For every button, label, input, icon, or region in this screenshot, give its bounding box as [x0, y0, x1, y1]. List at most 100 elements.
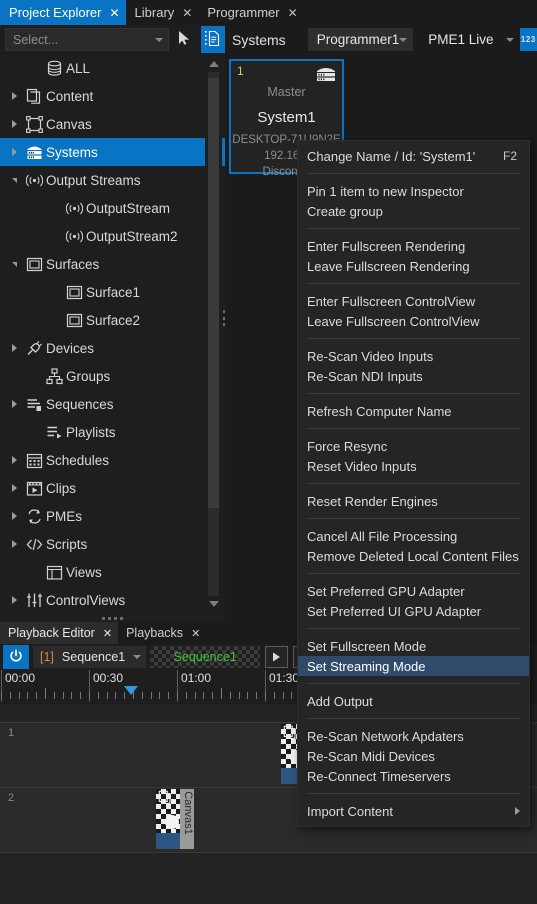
menu-item-leave-fullscreen-controlview[interactable]: Leave Fullscreen ControlView — [298, 311, 529, 331]
menu-separator — [307, 283, 520, 284]
horizontal-splitter-handle[interactable] — [0, 614, 225, 622]
tree-item-scripts[interactable]: Scripts — [0, 530, 225, 558]
tree-item-playlists[interactable]: Playlists — [0, 418, 225, 446]
chevron-right-icon[interactable] — [6, 540, 22, 548]
menu-item-set-preferred-gpu-adapter[interactable]: Set Preferred GPU Adapter — [298, 581, 529, 601]
pme-dropdown-value: PME1 Live — [428, 32, 494, 47]
menu-item-reset-video-inputs[interactable]: Reset Video Inputs — [298, 456, 529, 476]
menu-item-enter-fullscreen-controlview[interactable]: Enter Fullscreen ControlView — [298, 291, 529, 311]
chevron-down-icon[interactable] — [6, 177, 22, 183]
tree-item-outputstream2[interactable]: OutputStream2 — [0, 222, 225, 250]
menu-item-re-scan-video-inputs[interactable]: Re-Scan Video Inputs — [298, 346, 529, 366]
menu-item-add-output[interactable]: Add Output — [298, 691, 529, 711]
menu-item-change-name-id-system1[interactable]: Change Name / Id: 'System1' F2 — [298, 146, 529, 166]
tree-item-surfaces[interactable]: Surfaces — [0, 250, 225, 278]
chevron-right-icon[interactable] — [6, 344, 22, 352]
power-icon — [9, 649, 23, 666]
menu-item-re-scan-ndi-inputs[interactable]: Re-Scan NDI Inputs — [298, 366, 529, 386]
sequence-dropdown[interactable]: [1] Sequence1 — [33, 646, 147, 668]
tree-item-devices[interactable]: Devices — [0, 334, 225, 362]
tree-item-clips[interactable]: Clips — [0, 474, 225, 502]
system-context-menu[interactable]: Change Name / Id: 'System1' F2 Pin 1 item … — [297, 140, 530, 827]
ruler-minor-tick — [274, 692, 275, 699]
menu-item-enter-fullscreen-rendering[interactable]: Enter Fullscreen Rendering — [298, 236, 529, 256]
tree-item-pmes[interactable]: PMEs — [0, 502, 225, 530]
menu-item-pin-1-item-to-new-inspector[interactable]: Pin 1 item to new Inspector — [298, 181, 529, 201]
chevron-down-icon[interactable] — [6, 261, 22, 267]
select-dropdown[interactable]: Select... — [5, 28, 169, 51]
playhead-handle[interactable] — [124, 686, 138, 695]
chevron-right-icon[interactable] — [6, 484, 22, 492]
power-button[interactable] — [3, 645, 29, 669]
tree-item-content[interactable]: Content — [0, 82, 225, 110]
menu-item-re-scan-network-apdaters[interactable]: Re-Scan Network Apdaters — [298, 726, 529, 746]
tree-item-all[interactable]: ALL — [0, 54, 225, 82]
tree-item-schedules[interactable]: Schedules — [0, 446, 225, 474]
menu-item-set-streaming-mode[interactable]: Set Streaming Mode — [298, 656, 529, 676]
chevron-right-icon[interactable] — [6, 512, 22, 520]
close-icon[interactable]: ✕ — [103, 627, 112, 640]
timeline-clip[interactable]: Canvas1 — [156, 789, 194, 849]
tree-item-label: Scripts — [46, 536, 88, 552]
menu-item-set-preferred-ui-gpu-adapter[interactable]: Set Preferred UI GPU Adapter — [298, 601, 529, 621]
tree-item-surface2[interactable]: Surface2 — [0, 306, 225, 334]
chevron-right-icon[interactable] — [6, 120, 22, 128]
tree-item-controlviews[interactable]: ControlViews — [0, 586, 225, 614]
menu-item-refresh-computer-name[interactable]: Refresh Computer Name — [298, 401, 529, 421]
pme-dropdown[interactable]: PME1 Live — [419, 28, 519, 51]
chevron-right-icon[interactable] — [6, 456, 22, 464]
surface-icon — [22, 256, 46, 273]
chevron-right-icon[interactable] — [6, 596, 22, 604]
tab-programmer[interactable]: Programmer ✕ — [198, 0, 303, 25]
menu-item-create-group[interactable]: Create group — [298, 201, 529, 221]
scrollbar-thumb[interactable] — [208, 78, 219, 508]
close-icon[interactable]: ✕ — [191, 627, 200, 640]
menu-item-re-scan-midi-devices[interactable]: Re-Scan Midi Devices — [298, 746, 529, 766]
clip-thumbnail — [156, 789, 180, 849]
content-copy-icon — [283, 725, 298, 743]
close-icon[interactable]: ✕ — [109, 7, 119, 19]
menu-item-import-content[interactable]: Import Content — [298, 801, 529, 821]
tab-playbacks[interactable]: Playbacks ✕ — [118, 622, 206, 644]
tree-item-views[interactable]: Views — [0, 558, 225, 586]
ruler-minor-tick — [89, 692, 90, 699]
programmer-dropdown[interactable]: Programmer1 — [307, 28, 414, 51]
application-window: Project Explorer ✕ Library ✕ Programmer … — [0, 0, 537, 904]
close-icon[interactable]: ✕ — [182, 7, 192, 19]
tree-item-surface1[interactable]: Surface1 — [0, 278, 225, 306]
tab-playback-editor[interactable]: Playback Editor ✕ — [0, 622, 119, 644]
ruler-minor-tick — [247, 692, 248, 699]
menu-item-force-resync[interactable]: Force Resync — [298, 436, 529, 456]
chevron-right-icon[interactable] — [6, 92, 22, 100]
menu-item-remove-deleted-local-content-files[interactable]: Remove Deleted Local Content Files — [298, 546, 529, 566]
menu-item-set-fullscreen-mode[interactable]: Set Fullscreen Mode — [298, 636, 529, 656]
tree-vertical-scrollbar[interactable] — [205, 54, 222, 614]
scroll-down-arrow-icon[interactable] — [209, 601, 219, 607]
tab-project-explorer[interactable]: Project Explorer ✕ — [0, 0, 126, 25]
explorer-toolbar: Select... — [0, 25, 225, 54]
scroll-up-arrow-icon[interactable] — [209, 61, 219, 67]
close-icon[interactable]: ✕ — [288, 7, 298, 19]
project-explorer-tree[interactable]: ALL Content Canvas Systems Output Streams Out… — [0, 54, 225, 614]
tree-item-outputstream[interactable]: OutputStream — [0, 194, 225, 222]
menu-item-leave-fullscreen-rendering[interactable]: Leave Fullscreen Rendering — [298, 256, 529, 276]
tree-item-sequences[interactable]: Sequences — [0, 390, 225, 418]
play-button[interactable] — [265, 646, 289, 668]
tree-item-label: Output Streams — [46, 172, 141, 188]
tree-item-canvas[interactable]: Canvas — [0, 110, 225, 138]
tree-item-systems[interactable]: Systems — [0, 138, 225, 166]
pointer-tool-button[interactable] — [172, 26, 197, 53]
document-list-tool-button[interactable] — [200, 26, 225, 53]
top-tab-bar: Project Explorer ✕ Library ✕ Programmer … — [0, 0, 537, 25]
menu-item-label: Set Preferred GPU Adapter — [307, 583, 465, 599]
menu-item-cancel-all-file-processing[interactable]: Cancel All File Processing — [298, 526, 529, 546]
tab-library[interactable]: Library ✕ — [126, 0, 199, 25]
numeric-badge-button[interactable]: 123 — [519, 28, 537, 51]
chevron-right-icon[interactable] — [6, 400, 22, 408]
menu-item-reset-render-engines[interactable]: Reset Render Engines — [298, 491, 529, 511]
menu-item-re-connect-timeservers[interactable]: Re-Connect Timeservers — [298, 766, 529, 786]
tree-item-groups[interactable]: Groups — [0, 362, 225, 390]
ruler-minor-tick — [239, 692, 240, 699]
chevron-right-icon[interactable] — [6, 148, 22, 156]
tree-item-output-streams[interactable]: Output Streams — [0, 166, 225, 194]
